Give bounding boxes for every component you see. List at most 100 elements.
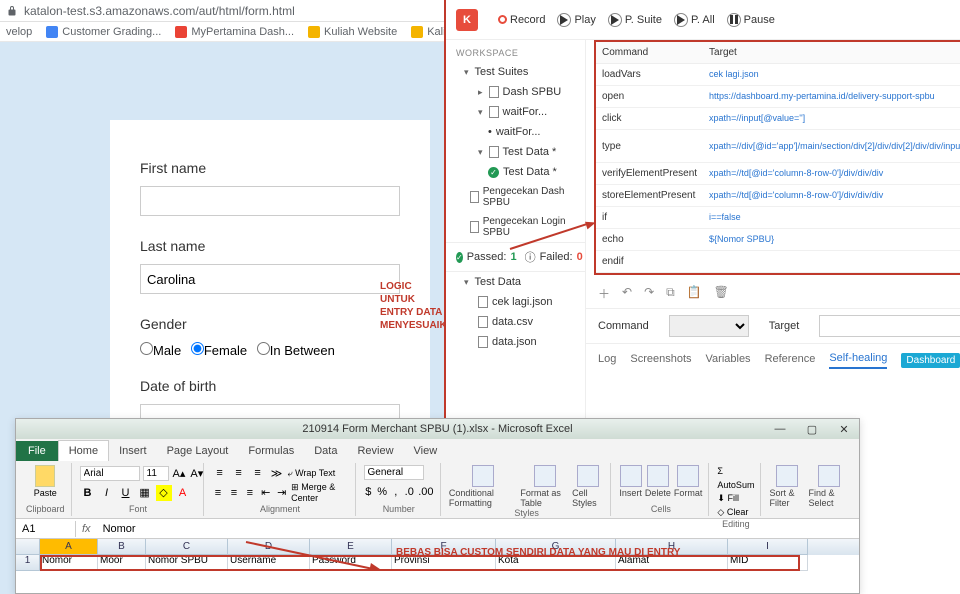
last-name-input[interactable] bbox=[140, 264, 400, 294]
column-header[interactable]: I bbox=[728, 539, 808, 555]
command-row[interactable]: endif bbox=[596, 251, 960, 273]
redo-icon[interactable]: ↷ bbox=[644, 285, 654, 302]
bold-button[interactable]: B bbox=[80, 485, 96, 501]
delete-cells-button[interactable]: Delete bbox=[645, 465, 671, 498]
cell[interactable]: Nomor bbox=[40, 555, 98, 571]
target-input[interactable] bbox=[819, 315, 960, 337]
number-format-select[interactable] bbox=[364, 465, 424, 480]
font-name-select[interactable] bbox=[80, 466, 140, 481]
minimize-icon[interactable]: — bbox=[769, 422, 791, 436]
tree-test-data[interactable]: Test Data bbox=[446, 272, 585, 292]
bookmark-item[interactable]: Customer Grading... bbox=[46, 26, 161, 38]
tree-data-json[interactable]: data.json bbox=[446, 332, 585, 352]
command-row[interactable]: verifyElementPresentxpath=//td[@id='colu… bbox=[596, 163, 960, 185]
tab-log[interactable]: Log bbox=[598, 353, 616, 368]
url-text[interactable]: katalon-test.s3.amazonaws.com/aut/html/f… bbox=[24, 4, 295, 18]
column-header[interactable]: A bbox=[40, 539, 98, 555]
add-icon[interactable]: ＋ bbox=[598, 285, 610, 302]
undo-icon[interactable]: ↶ bbox=[622, 285, 632, 302]
bookmark-item[interactable]: velop bbox=[6, 26, 32, 38]
command-row[interactable]: echo${Nomor SPBU} bbox=[596, 229, 960, 251]
tab-data[interactable]: Data bbox=[304, 441, 347, 461]
increase-font-icon[interactable]: A▴ bbox=[172, 465, 187, 481]
gender-inbetween-radio[interactable] bbox=[257, 342, 270, 355]
command-select[interactable] bbox=[669, 315, 749, 337]
tab-dashboard[interactable]: Dashboard bbox=[901, 353, 960, 368]
play-suite-button[interactable]: P. Suite bbox=[608, 13, 662, 27]
find-select-button[interactable]: Find & Select bbox=[808, 465, 849, 508]
dec-decimal-icon[interactable]: .00 bbox=[418, 484, 434, 500]
gender-female-radio[interactable] bbox=[191, 342, 204, 355]
paste-icon[interactable]: 📋 bbox=[687, 285, 702, 302]
play-all-button[interactable]: P. All bbox=[674, 13, 715, 27]
first-name-input[interactable] bbox=[140, 186, 400, 216]
fill-color-icon[interactable]: ◇ bbox=[156, 485, 172, 501]
format-cells-button[interactable]: Format bbox=[674, 465, 703, 498]
delete-icon[interactable]: 🗑 bbox=[714, 285, 729, 302]
bookmark-item[interactable]: MyPertamina Dash... bbox=[175, 26, 294, 38]
tab-insert[interactable]: Insert bbox=[109, 441, 157, 461]
copy-icon[interactable]: ⧉ bbox=[666, 285, 675, 302]
align-top-icon[interactable]: ≡ bbox=[212, 465, 228, 481]
align-left-icon[interactable]: ≡ bbox=[212, 485, 225, 501]
tree-testdata-file[interactable]: ✓Test Data * bbox=[446, 162, 585, 182]
tree-cek-lagi[interactable]: cek lagi.json bbox=[446, 292, 585, 312]
paste-button[interactable]: Paste bbox=[26, 465, 65, 498]
font-color-icon[interactable]: A bbox=[175, 485, 191, 501]
column-header[interactable]: C bbox=[146, 539, 228, 555]
row-header[interactable]: 1 bbox=[16, 555, 40, 571]
tab-reference[interactable]: Reference bbox=[765, 353, 816, 368]
percent-icon[interactable]: % bbox=[376, 484, 388, 500]
cell[interactable]: MID bbox=[728, 555, 808, 571]
insert-cells-button[interactable]: Insert bbox=[619, 465, 642, 498]
decrease-font-icon[interactable]: A▾ bbox=[189, 465, 204, 481]
pause-button[interactable]: Pause bbox=[727, 13, 775, 27]
gender-male-radio[interactable] bbox=[140, 342, 153, 355]
command-row[interactable]: clickxpath=//input[@value=''] bbox=[596, 108, 960, 130]
tree-pengecekan-dash[interactable]: Pengecekan Dash SPBU bbox=[446, 182, 585, 212]
tab-self-healing[interactable]: Self-healing bbox=[829, 352, 887, 369]
tree-test-suites[interactable]: Test Suites bbox=[446, 62, 585, 82]
tab-view[interactable]: View bbox=[404, 441, 448, 461]
tree-pengecekan-login[interactable]: Pengecekan Login SPBU bbox=[446, 212, 585, 242]
column-header[interactable]: E bbox=[310, 539, 392, 555]
tab-home[interactable]: Home bbox=[58, 440, 109, 461]
italic-button[interactable]: I bbox=[99, 485, 115, 501]
close-icon[interactable]: ✕ bbox=[833, 422, 855, 436]
file-tab[interactable]: File bbox=[16, 441, 58, 461]
font-size-select[interactable] bbox=[143, 466, 169, 481]
underline-button[interactable]: U bbox=[118, 485, 134, 501]
fx-icon[interactable]: fx bbox=[76, 523, 97, 535]
tab-variables[interactable]: Variables bbox=[706, 353, 751, 368]
play-button[interactable]: Play bbox=[557, 13, 595, 27]
border-icon[interactable]: ▦ bbox=[137, 485, 153, 501]
command-row[interactable]: typexpath=//div[@id='app']/main/section/… bbox=[596, 130, 960, 163]
wrap-text-button[interactable]: ⤶ Wrap Text bbox=[288, 468, 336, 479]
cell[interactable]: Username bbox=[228, 555, 310, 571]
format-as-table-button[interactable]: Format as Table bbox=[520, 465, 569, 508]
fill-button[interactable]: ⬇ Fill bbox=[717, 492, 754, 506]
autosum-button[interactable]: Σ AutoSum bbox=[717, 465, 754, 492]
command-row[interactable]: ifi==false bbox=[596, 207, 960, 229]
tree-waitfor[interactable]: waitFor... bbox=[446, 102, 585, 122]
tree-waitfor-child[interactable]: • waitFor... bbox=[446, 122, 585, 142]
record-button[interactable]: Record bbox=[498, 14, 545, 26]
command-row[interactable]: openhttps://dashboard.my-pertamina.id/de… bbox=[596, 86, 960, 108]
tab-review[interactable]: Review bbox=[347, 441, 403, 461]
cell-styles-button[interactable]: Cell Styles bbox=[572, 465, 604, 508]
command-row[interactable]: loadVarscek lagi.json bbox=[596, 64, 960, 86]
name-box[interactable]: A1 bbox=[16, 521, 76, 537]
comma-icon[interactable]: , bbox=[391, 484, 401, 500]
align-bot-icon[interactable]: ≡ bbox=[250, 465, 266, 481]
tree-data-csv[interactable]: data.csv bbox=[446, 312, 585, 332]
tab-formulas[interactable]: Formulas bbox=[238, 441, 304, 461]
clear-button[interactable]: ◇ Clear bbox=[717, 506, 754, 520]
sort-filter-button[interactable]: Sort & Filter bbox=[769, 465, 805, 508]
bookmark-item[interactable]: Kuliah Website bbox=[308, 26, 397, 38]
align-right-icon[interactable]: ≡ bbox=[243, 485, 256, 501]
cell[interactable]: Moor bbox=[98, 555, 146, 571]
align-center-icon[interactable]: ≡ bbox=[227, 485, 240, 501]
tree-dash-spbu[interactable]: Dash SPBU bbox=[446, 82, 585, 102]
cell[interactable]: Nomor SPBU bbox=[146, 555, 228, 571]
tab-page-layout[interactable]: Page Layout bbox=[157, 441, 239, 461]
